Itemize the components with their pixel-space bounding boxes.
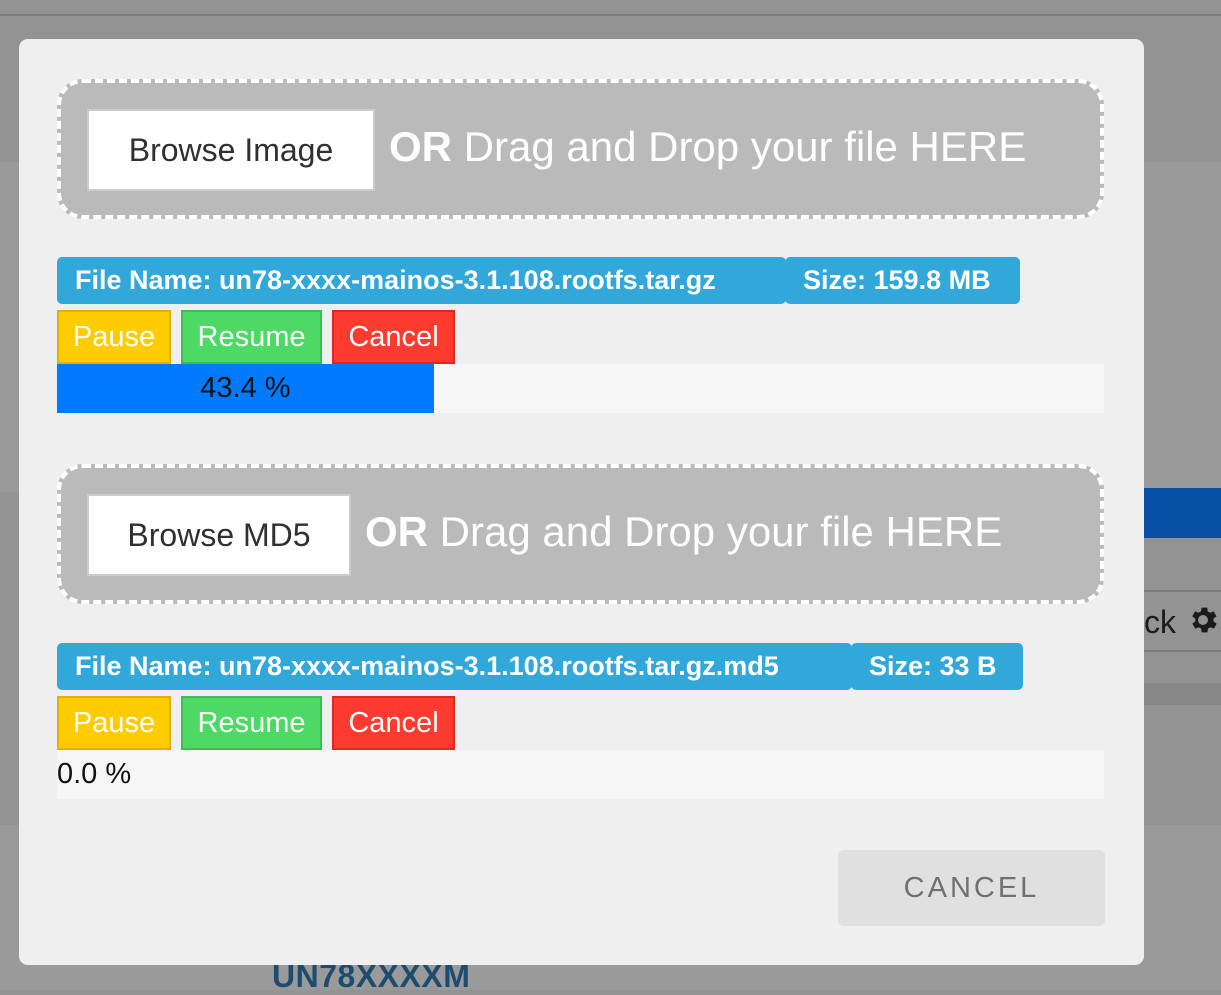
pause-button[interactable]: Pause xyxy=(57,696,171,750)
upload-dialog: Browse Image OR Drag and Drop your file … xyxy=(19,39,1144,965)
pause-button[interactable]: Pause xyxy=(57,310,171,364)
background-blue-bar xyxy=(1142,488,1221,538)
browse-md5-button[interactable]: Browse MD5 xyxy=(87,494,351,576)
resume-button[interactable]: Resume xyxy=(181,696,322,750)
background-divider xyxy=(1142,683,1221,705)
cancel-upload-button[interactable]: Cancel xyxy=(332,696,455,750)
background-track-label: ck xyxy=(1144,604,1176,640)
file-size-badge: Size: 159.8 MB xyxy=(785,257,1020,304)
dialog-cancel-button[interactable]: CANCEL xyxy=(838,850,1105,926)
upload-progress-bar: 43.4 % xyxy=(57,364,1104,413)
drop-hint-text: Drag and Drop your file HERE xyxy=(463,123,1027,170)
file-name-badge: File Name: un78-xxxx-mainos-3.1.108.root… xyxy=(57,257,786,304)
file-name-badge: File Name: un78-xxxx-mainos-3.1.108.root… xyxy=(57,643,852,690)
progress-percent: 43.4 % xyxy=(200,372,291,404)
drop-hint-text: Drag and Drop your file HERE xyxy=(439,508,1003,555)
cancel-upload-button[interactable]: Cancel xyxy=(332,310,455,364)
gear-icon xyxy=(1192,607,1217,633)
background-divider xyxy=(0,14,1221,16)
drop-hint-or: OR xyxy=(389,123,452,170)
image-drop-zone[interactable]: Browse Image OR Drag and Drop your file … xyxy=(57,79,1104,219)
resume-button[interactable]: Resume xyxy=(181,310,322,364)
md5-drop-zone[interactable]: Browse MD5 OR Drag and Drop your file HE… xyxy=(57,464,1104,604)
browse-image-button[interactable]: Browse Image xyxy=(87,109,375,191)
drop-hint: OR Drag and Drop your file HERE xyxy=(389,123,1026,171)
drop-hint: OR Drag and Drop your file HERE xyxy=(365,508,1002,556)
file-size-badge: Size: 33 B xyxy=(851,643,1023,690)
upload-progress-bar: 0.0 % xyxy=(57,750,1104,799)
progress-percent: 0.0 % xyxy=(57,758,132,790)
drop-hint-or: OR xyxy=(365,508,428,555)
